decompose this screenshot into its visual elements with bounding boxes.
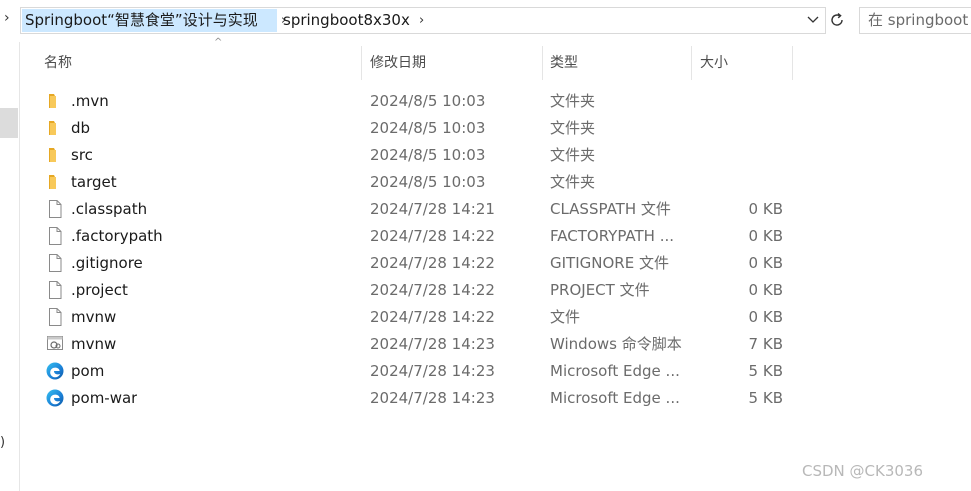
address-dropdown-icon[interactable] <box>807 9 819 32</box>
file-size <box>692 115 783 142</box>
file-modified-date: 2024/8/5 10:03 <box>370 92 486 110</box>
file-size <box>692 142 783 169</box>
file-type: Microsoft Edge ... <box>550 362 680 380</box>
address-toolbar: › Springboot“智慧食堂”设计与实现 › springboot8x30… <box>0 0 971 42</box>
file-type: PROJECT 文件 <box>550 281 650 299</box>
column-divider[interactable] <box>361 46 362 80</box>
breadcrumb-parent[interactable]: Springboot“智慧食堂”设计与实现 <box>22 9 277 32</box>
file-name: .project <box>71 281 128 299</box>
folder-icon <box>46 173 64 191</box>
file-name: mvnw <box>71 335 117 353</box>
file-row[interactable]: src 2024/8/5 10:03 文件夹 <box>20 142 971 169</box>
file-type: 文件夹 <box>550 119 596 137</box>
file-icon <box>46 227 64 245</box>
file-row[interactable]: mvnw 2024/7/28 14:23 Windows 命令脚本 7 KB <box>20 331 971 358</box>
file-type: 文件夹 <box>550 173 596 191</box>
file-modified-date: 2024/7/28 14:22 <box>370 308 495 326</box>
file-size: 0 KB <box>748 308 783 326</box>
file-size: 0 KB <box>748 200 783 218</box>
file-type: Windows 命令脚本 <box>550 335 682 353</box>
column-header-name[interactable]: 名称 <box>44 46 72 80</box>
file-modified-date: 2024/7/28 14:22 <box>370 254 495 272</box>
folder-icon <box>46 119 64 137</box>
file-type: Microsoft Edge ... <box>550 389 680 407</box>
file-row[interactable]: .classpath 2024/7/28 14:21 CLASSPATH 文件 0 K… <box>20 196 971 223</box>
file-row[interactable]: pom-war 2024/7/28 14:23 Microsoft Edge ...… <box>20 385 971 412</box>
chevron-right-icon[interactable]: › <box>4 10 10 26</box>
file-type: 文件 <box>550 308 581 326</box>
search-input[interactable]: 在 springboot <box>859 7 971 34</box>
edge-icon <box>46 362 64 380</box>
file-name: .factorypath <box>71 227 163 245</box>
file-modified-date: 2024/7/28 14:23 <box>370 335 495 353</box>
file-name: .gitignore <box>71 254 143 272</box>
file-icon <box>46 254 64 272</box>
file-modified-date: 2024/8/5 10:03 <box>370 119 486 137</box>
file-name: target <box>71 173 117 191</box>
file-row[interactable]: .project 2024/7/28 14:22 PROJECT 文件 0 KB <box>20 277 971 304</box>
file-modified-date: 2024/7/28 14:22 <box>370 281 495 299</box>
column-header: ^ 名称 修改日期 类型 大小 <box>20 37 971 80</box>
file-modified-date: 2024/7/28 14:23 <box>370 389 495 407</box>
file-size: 5 KB <box>748 362 783 380</box>
breadcrumb-separator-icon[interactable]: › <box>419 9 424 32</box>
file-size: 7 KB <box>748 335 783 353</box>
watermark: CSDN @CK3036 <box>802 462 924 480</box>
sort-ascending-icon: ^ <box>214 37 223 48</box>
column-header-size[interactable]: 大小 <box>700 46 728 80</box>
breadcrumb-current[interactable]: springboot8x30x <box>283 9 410 32</box>
file-size <box>692 88 783 115</box>
file-name: src <box>71 146 93 164</box>
folder-icon <box>46 146 64 164</box>
refresh-button[interactable] <box>826 7 848 34</box>
file-row[interactable]: db 2024/8/5 10:03 文件夹 <box>20 115 971 142</box>
file-name: db <box>71 119 91 137</box>
file-name: .mvn <box>71 92 109 110</box>
navigation-pane[interactable]: ) <box>0 42 20 491</box>
file-modified-date: 2024/7/28 14:23 <box>370 362 495 380</box>
file-size: 5 KB <box>748 389 783 407</box>
file-modified-date: 2024/7/28 14:21 <box>370 200 495 218</box>
nav-selected-item[interactable] <box>0 108 18 138</box>
file-icon <box>46 308 64 326</box>
file-type: 文件夹 <box>550 92 596 110</box>
folder-icon <box>46 92 64 110</box>
file-size: 0 KB <box>748 281 783 299</box>
file-type: CLASSPATH 文件 <box>550 200 671 218</box>
file-size <box>692 169 783 196</box>
edge-icon <box>46 389 64 407</box>
column-header-type[interactable]: 类型 <box>550 46 578 80</box>
file-name: .classpath <box>71 200 148 218</box>
file-row[interactable]: .factorypath 2024/7/28 14:22 FACTORYPATH .… <box>20 223 971 250</box>
file-row[interactable]: pom 2024/7/28 14:23 Microsoft Edge ... 5 KB <box>20 358 971 385</box>
file-name: pom-war <box>71 389 138 407</box>
file-type: FACTORYPATH ... <box>550 227 675 245</box>
file-size: 0 KB <box>748 254 783 272</box>
file-row[interactable]: .gitignore 2024/7/28 14:22 GITIGNORE 文件 0 K… <box>20 250 971 277</box>
file-modified-date: 2024/7/28 14:22 <box>370 227 495 245</box>
file-modified-date: 2024/8/5 10:03 <box>370 173 486 191</box>
file-name: pom <box>71 362 105 380</box>
column-header-modified[interactable]: 修改日期 <box>370 46 426 80</box>
file-row[interactable]: .mvn 2024/8/5 10:03 文件夹 <box>20 88 971 115</box>
file-type: 文件夹 <box>550 146 596 164</box>
file-row[interactable]: target 2024/8/5 10:03 文件夹 <box>20 169 971 196</box>
file-icon <box>46 281 64 299</box>
file-type: GITIGNORE 文件 <box>550 254 669 272</box>
file-modified-date: 2024/8/5 10:03 <box>370 146 486 164</box>
column-divider[interactable] <box>792 46 793 80</box>
nav-item-fragment[interactable]: ) <box>0 435 5 450</box>
refresh-icon <box>831 12 843 26</box>
address-bar[interactable]: Springboot“智慧食堂”设计与实现 › springboot8x30x … <box>20 7 826 34</box>
column-divider[interactable] <box>691 46 692 80</box>
file-name: mvnw <box>71 308 117 326</box>
file-size: 0 KB <box>748 227 783 245</box>
script-icon <box>46 335 64 353</box>
file-icon <box>46 200 64 218</box>
file-row[interactable]: mvnw 2024/7/28 14:22 文件 0 KB <box>20 304 971 331</box>
column-divider[interactable] <box>542 46 543 80</box>
